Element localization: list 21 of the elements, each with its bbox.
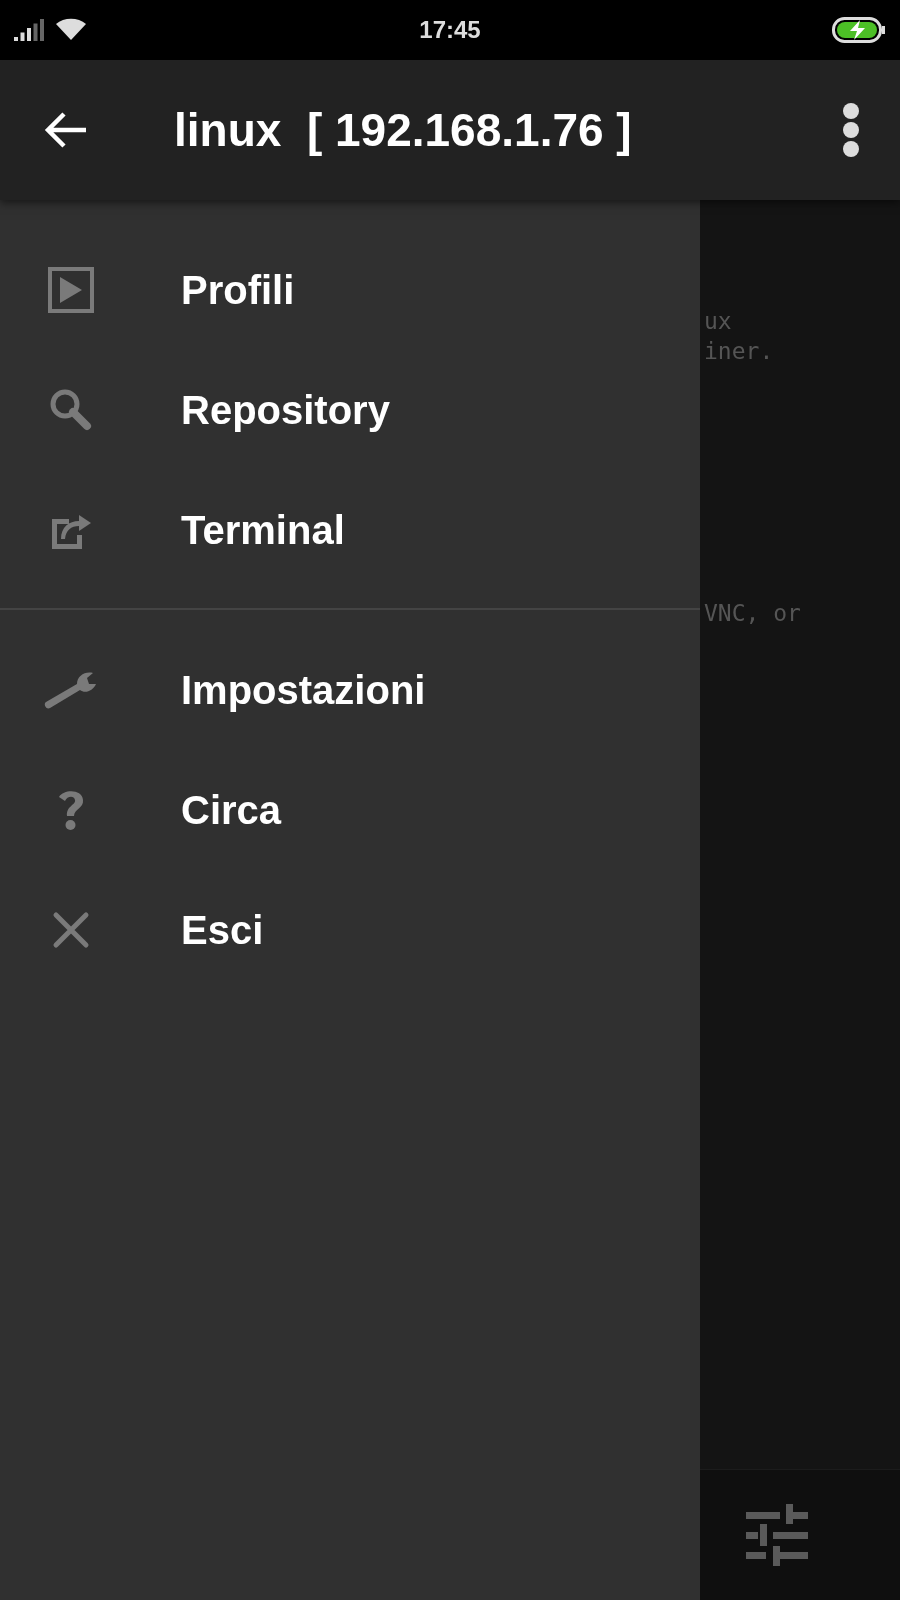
menu-item[interactable]: Repository xyxy=(181,387,390,433)
menu-item[interactable]: Impostazioni xyxy=(181,667,426,713)
menu-item[interactable]: Profili xyxy=(181,267,295,313)
menu-item[interactable]: Circa xyxy=(181,787,282,833)
sliders-icon[interactable] xyxy=(746,1504,808,1566)
status-time: 17:45 xyxy=(419,16,481,44)
window-title: linux [ 192.168.1.76 ] xyxy=(174,103,633,157)
play-icon xyxy=(47,267,94,313)
terminal-text: VNC, or xyxy=(703,599,802,628)
wrench-icon xyxy=(42,670,99,710)
terminal-text: iner. xyxy=(703,337,775,366)
menu-item[interactable]: Terminal xyxy=(181,507,345,553)
wifi-icon xyxy=(56,18,86,42)
back-arrow-icon[interactable] xyxy=(44,111,88,149)
close-icon xyxy=(51,911,90,949)
signal-icon xyxy=(14,19,46,41)
battery-charging-icon xyxy=(832,17,886,43)
more-options-icon[interactable] xyxy=(842,102,860,158)
terminal-text: ux xyxy=(703,307,733,336)
search-icon xyxy=(48,388,93,432)
menu-item[interactable]: Esci xyxy=(181,907,264,953)
